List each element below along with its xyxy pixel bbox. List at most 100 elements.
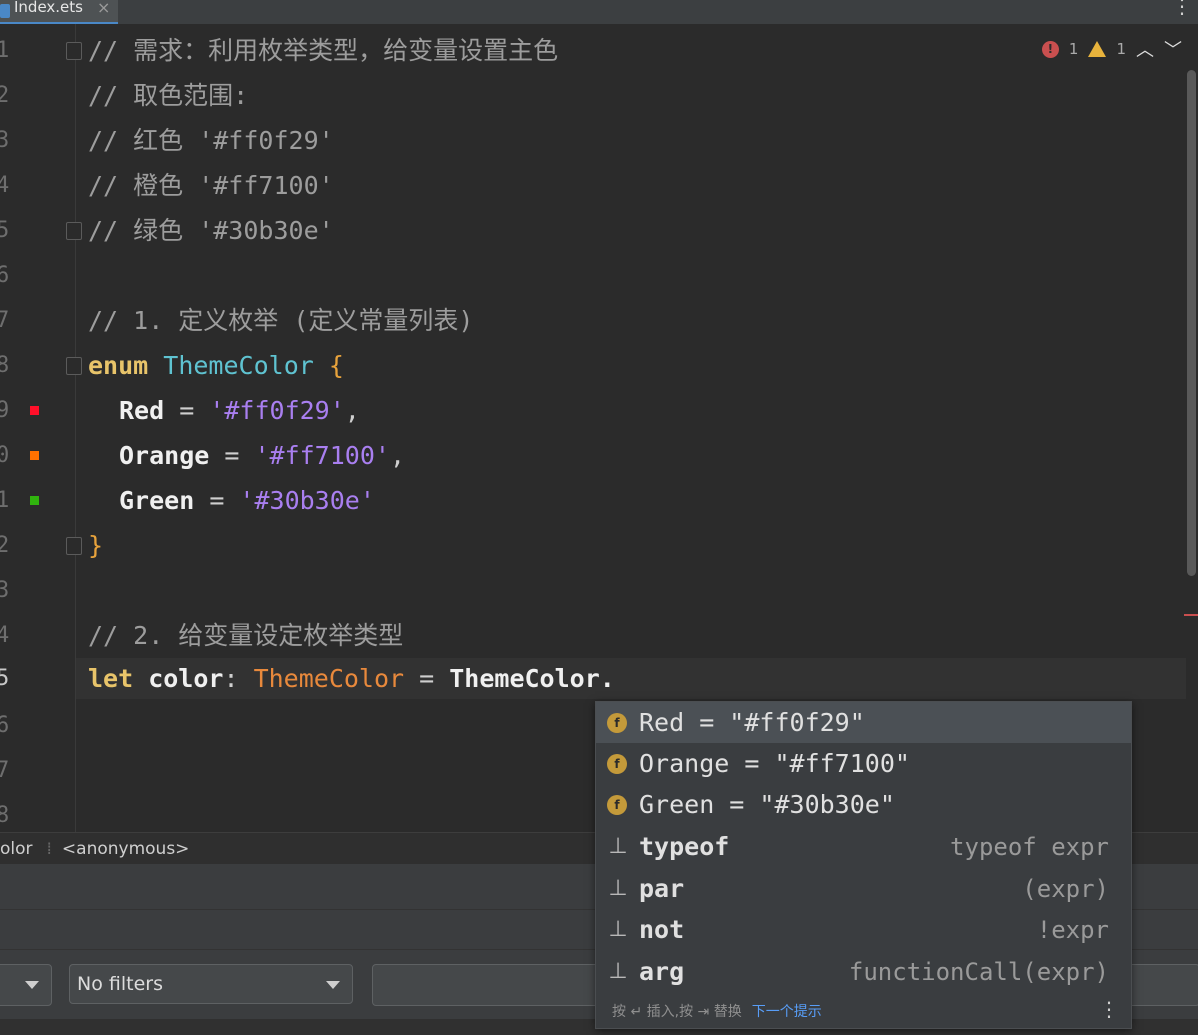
breadcrumb-item-themecolor[interactable]: olor	[0, 839, 33, 859]
completion-item-label: Green = "#30b30e"	[639, 790, 895, 819]
line-number: 2	[0, 533, 10, 558]
line-number: 7	[0, 758, 10, 783]
completion-item[interactable]: ⊥ not !expr	[596, 909, 1131, 950]
line-number: 5	[0, 218, 10, 243]
vertical-scrollbar[interactable]	[1187, 70, 1196, 576]
line-number: 4	[0, 623, 10, 648]
line-number: 2	[0, 83, 10, 108]
code-text: let color: ThemeColor = ThemeColor.	[88, 656, 615, 701]
operator: =	[164, 396, 210, 425]
fold-marker-icon[interactable]	[66, 42, 82, 60]
fold-marker-icon[interactable]	[66, 222, 82, 240]
line-number: 3	[0, 128, 10, 153]
code-text: Red = '#ff0f29',	[119, 388, 360, 433]
completion-item-hint: functionCall(expr)	[848, 957, 1109, 986]
colon: :	[223, 664, 254, 693]
live-template-icon: ⊥	[608, 875, 628, 901]
device-select[interactable]	[0, 964, 52, 1006]
line-number: 8	[0, 353, 10, 378]
enum-member: Green	[119, 486, 195, 515]
field-icon: f	[607, 794, 627, 815]
completion-item[interactable]: f Green = "#30b30e"	[596, 784, 1131, 825]
code-text: Orange = '#ff7100',	[119, 433, 405, 478]
completion-item[interactable]: ⊥ typeof typeof expr	[596, 826, 1131, 867]
live-template-icon: ⊥	[608, 916, 628, 942]
fold-marker-icon[interactable]	[66, 537, 82, 555]
type-annotation: ThemeColor	[253, 664, 405, 693]
editor-tab-bar: Index.ets × ⋮	[0, 0, 1198, 25]
string-literal: '#ff0f29'	[209, 396, 345, 425]
enum-member: Orange	[119, 441, 210, 470]
completion-item-hint: typeof expr	[950, 832, 1109, 861]
operator: =	[404, 664, 450, 693]
comment: // 取色范围:	[88, 81, 249, 110]
completion-item[interactable]: f Orange = "#ff7100"	[596, 743, 1131, 784]
member-expression: ThemeColor.	[449, 664, 615, 693]
code-text: Green = '#30b30e'	[119, 478, 375, 523]
code-line: 4 // 2. 给变量设定枚举类型	[0, 613, 1180, 658]
keyword: let	[88, 664, 134, 693]
completion-item-label: arg	[639, 957, 685, 986]
code-completion-popup: f Red = "#ff0f29" f Orange = "#ff7100" f…	[595, 701, 1132, 1029]
completion-item[interactable]: f Red = "#ff0f29"	[596, 702, 1131, 743]
type-name: ThemeColor	[163, 351, 314, 380]
code-line: 2 // 取色范围:	[0, 73, 1180, 118]
close-icon[interactable]: ×	[97, 0, 110, 17]
completion-item-label: Orange = "#ff7100"	[639, 749, 910, 778]
line-number: 0	[0, 443, 10, 468]
ets-file-icon	[0, 4, 10, 18]
completion-item[interactable]: ⊥ arg functionCall(expr)	[596, 951, 1131, 992]
tab-index-ets[interactable]: Index.ets ×	[0, 0, 119, 24]
line-number: 3	[0, 578, 10, 603]
breadcrumb-item-anonymous[interactable]: <anonymous>	[62, 839, 190, 859]
live-template-icon: ⊥	[608, 958, 628, 984]
code-line: 6	[0, 253, 1180, 298]
code-line: 4 // 橙色 '#ff7100'	[0, 163, 1180, 208]
line-number: 5	[0, 666, 10, 691]
comment: // 绿色 '#30b30e'	[88, 216, 334, 245]
line-number: 1	[0, 488, 10, 513]
code-line: 9 Red = '#ff0f29',	[0, 388, 1180, 433]
comment: // 橙色 '#ff7100'	[88, 171, 334, 200]
more-vertical-icon[interactable]: ⋮	[1099, 997, 1119, 1021]
completion-footer-text: 按 ↵ 插入,按 ⇥ 替换	[612, 1004, 742, 1020]
keyword: enum	[88, 351, 149, 380]
comma: ,	[344, 396, 360, 425]
completion-item[interactable]: ⊥ par (expr)	[596, 868, 1131, 909]
completion-item-hint: !expr	[1036, 915, 1109, 944]
color-swatch-red[interactable]	[30, 406, 39, 415]
code-line: 7 // 1. 定义枚举 (定义常量列表)	[0, 298, 1180, 343]
line-number: 6	[0, 263, 10, 288]
code-line: 5 // 绿色 '#30b30e'	[0, 208, 1180, 253]
error-stripe-mark[interactable]	[1184, 614, 1198, 616]
fold-marker-icon[interactable]	[66, 357, 82, 375]
enum-member: Red	[119, 396, 165, 425]
breadcrumb-separator: ⁞	[46, 839, 52, 859]
field-icon: f	[607, 712, 627, 733]
line-number: 6	[0, 713, 10, 738]
chevron-down-icon	[25, 981, 39, 989]
tab-label: Index.ets	[14, 0, 83, 16]
filters-select[interactable]: No filters	[69, 964, 353, 1004]
filters-select-value: No filters	[77, 973, 163, 995]
comment: // 1. 定义枚举 (定义常量列表)	[88, 306, 474, 335]
completion-item-hint: (expr)	[1022, 874, 1109, 903]
next-tip-link[interactable]: 下一个提示	[752, 1001, 822, 1021]
more-vertical-icon[interactable]: ⋮	[1172, 0, 1192, 18]
field-icon: f	[607, 753, 627, 774]
completion-footer: 按 ↵ 插入,按 ⇥ 替换 下一个提示 ⋮	[596, 995, 1131, 1027]
completion-item-label: typeof	[639, 832, 730, 861]
line-number: 9	[0, 398, 10, 423]
operator: =	[194, 486, 240, 515]
code-line: 2 }	[0, 523, 1180, 568]
live-template-icon: ⊥	[608, 833, 628, 859]
completion-item-label: not	[639, 915, 685, 944]
comment: // 需求：利用枚举类型，给变量设置主色	[88, 36, 559, 65]
code-line-current: 5 let color: ThemeColor = ThemeColor.	[0, 656, 1180, 701]
comma: ,	[389, 441, 405, 470]
color-swatch-orange[interactable]	[30, 451, 39, 460]
comment: // 红色 '#ff0f29'	[88, 126, 334, 155]
code-line: 8 enum ThemeColor {	[0, 343, 1180, 388]
code-text: enum ThemeColor {	[88, 343, 344, 388]
color-swatch-green[interactable]	[30, 496, 39, 505]
